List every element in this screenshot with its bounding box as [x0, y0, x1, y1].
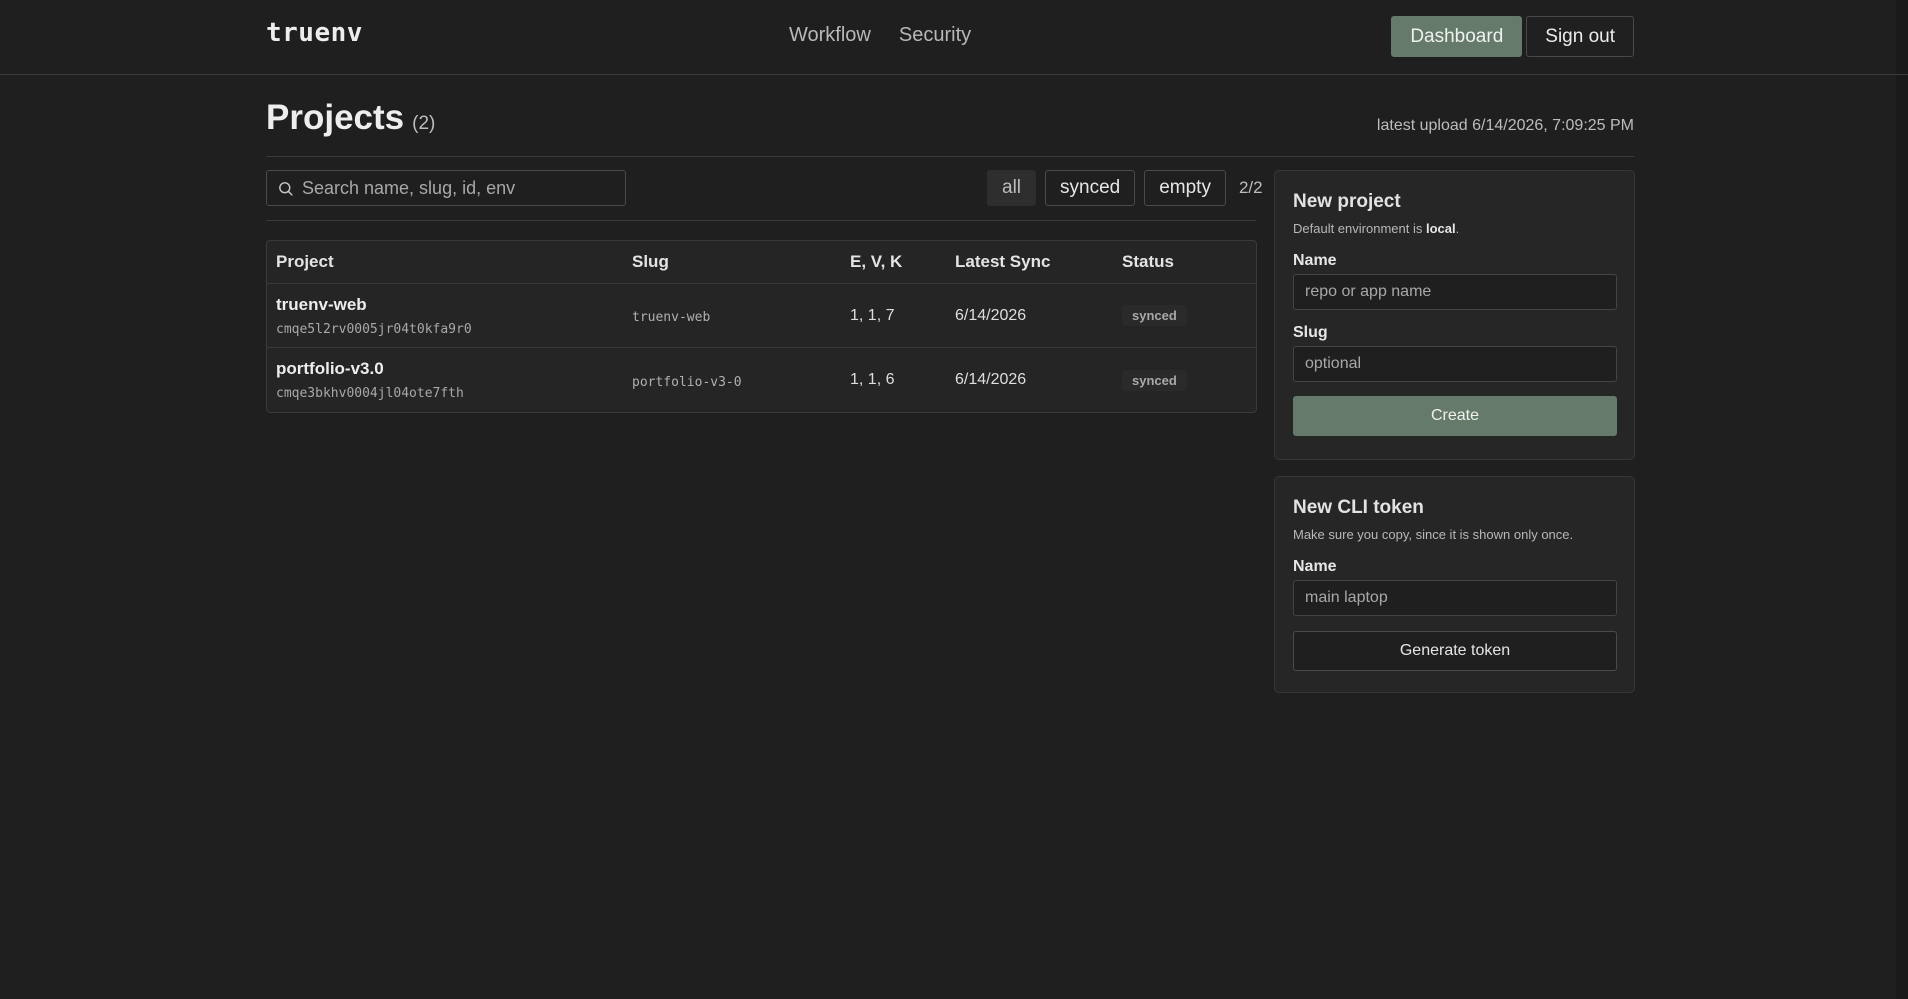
nav-workflow[interactable]: Workflow	[789, 24, 871, 47]
new-project-title: New project	[1293, 191, 1401, 212]
generate-token-button[interactable]: Generate token	[1293, 631, 1617, 671]
divider	[266, 156, 1634, 157]
new-token-title: New CLI token	[1293, 497, 1424, 518]
column-header-slug[interactable]: Slug	[632, 252, 850, 272]
token-name-input[interactable]	[1293, 580, 1617, 616]
project-slug: portfolio-v3-0	[632, 374, 742, 390]
project-cell: truenv-web cmqe5l2rv0005jr04t0kfa9r0	[267, 295, 632, 337]
token-name-label: Name	[1293, 558, 1337, 575]
page-title-text: Projects	[266, 98, 405, 137]
project-evk: 1, 1, 7	[850, 306, 895, 324]
filter-all[interactable]: all	[987, 170, 1037, 206]
latest-upload: latest upload 6/14/2026, 7:09:25 PM	[1376, 117, 1634, 134]
table-row[interactable]: portfolio-v3.0 cmqe3bkhv0004jl04ote7fth …	[267, 348, 1256, 412]
top-header: truenv Workflow Security Dashboard Sign …	[0, 0, 1908, 75]
main-nav: Workflow Security	[789, 24, 971, 47]
sign-out-button[interactable]: Sign out	[1526, 16, 1634, 57]
column-header-evk[interactable]: E, V, K	[850, 252, 955, 272]
project-slug-input[interactable]	[1293, 346, 1617, 382]
status-cell: synced	[1122, 369, 1252, 391]
new-token-description: Make sure you copy, since it is shown on…	[1293, 527, 1574, 542]
create-project-button[interactable]: Create	[1293, 396, 1617, 436]
dashboard-button[interactable]: Dashboard	[1391, 16, 1523, 57]
nav-security[interactable]: Security	[899, 24, 971, 47]
column-header-latest-sync[interactable]: Latest Sync	[955, 252, 1122, 272]
filter-synced[interactable]: synced	[1045, 170, 1136, 206]
new-project-card: New project Default environment is local…	[1274, 170, 1635, 460]
project-name-input[interactable]	[1293, 274, 1617, 310]
projects-table: Project Slug E, V, K Latest Sync Status …	[266, 240, 1257, 413]
search-input[interactable]	[302, 177, 602, 199]
page-title: Projects (2)	[266, 98, 435, 138]
search-box[interactable]	[266, 170, 626, 206]
project-name-label: Name	[1293, 252, 1337, 269]
new-project-description: Default environment is local.	[1293, 221, 1460, 236]
logo[interactable]: truenv	[266, 18, 363, 48]
project-name[interactable]: truenv-web	[276, 295, 632, 315]
status-badge: synced	[1122, 305, 1187, 326]
column-header-status[interactable]: Status	[1122, 252, 1252, 272]
project-latest-sync: 6/14/2026	[955, 306, 1027, 324]
table-header: Project Slug E, V, K Latest Sync Status	[267, 241, 1256, 284]
search-icon	[279, 181, 293, 196]
status-badge: synced	[1122, 369, 1187, 391]
filter-count: 2/2	[1238, 178, 1263, 197]
new-token-card: New CLI token Make sure you copy, since …	[1274, 476, 1635, 693]
project-latest-sync: 6/14/2026	[955, 371, 1027, 388]
divider	[266, 220, 1256, 221]
project-count: (2)	[412, 113, 436, 134]
column-header-project[interactable]: Project	[267, 252, 632, 272]
project-id: cmqe5l2rv0005jr04t0kfa9r0	[276, 321, 472, 337]
status-cell: synced	[1122, 305, 1252, 326]
default-env: local	[1425, 221, 1456, 236]
project-id: cmqe3bkhv0004jl04ote7fth	[276, 386, 464, 401]
filter-empty[interactable]: empty	[1144, 170, 1226, 206]
header-actions: Dashboard Sign out	[1391, 16, 1634, 57]
filter-group: all synced empty 2/2	[987, 170, 1263, 206]
scrollbar[interactable]	[1896, 0, 1908, 999]
project-slug: truenv-web	[632, 310, 711, 325]
project-name[interactable]: portfolio-v3.0	[276, 359, 632, 379]
table-row[interactable]: truenv-web cmqe5l2rv0005jr04t0kfa9r0 tru…	[267, 284, 1256, 348]
project-evk: 1, 1, 6	[850, 371, 895, 388]
project-slug-label: Slug	[1293, 324, 1328, 341]
project-cell: portfolio-v3.0 cmqe3bkhv0004jl04ote7fth	[267, 359, 632, 401]
